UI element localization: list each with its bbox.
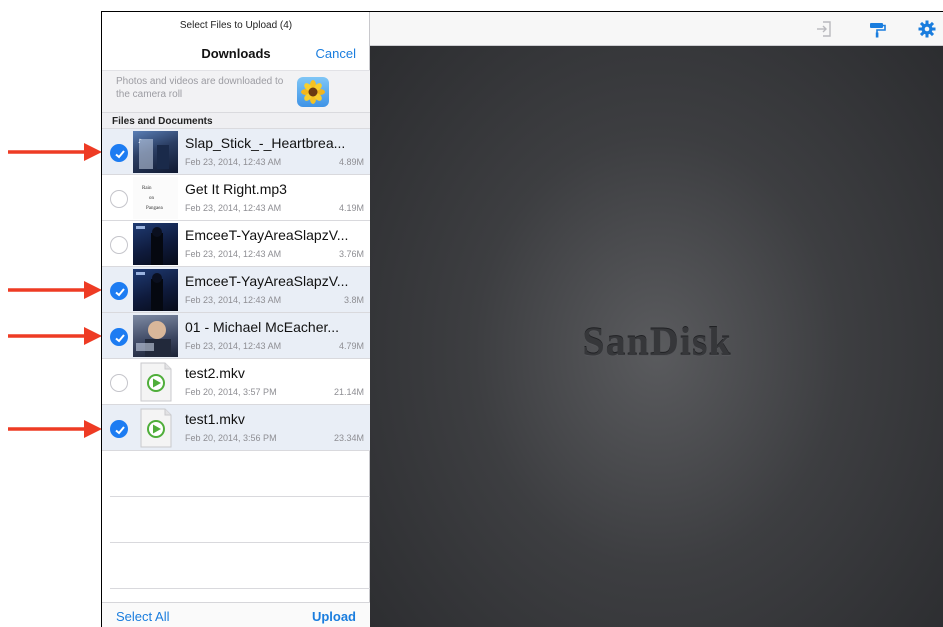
file-row[interactable]: EmceeT-YayAreaSlapzV... Feb 23, 2014, 12…: [102, 221, 370, 267]
gear-icon[interactable]: [917, 19, 937, 39]
checkmark-icon[interactable]: [110, 144, 128, 162]
video-file-icon: [133, 361, 178, 403]
photos-note-row: Photos and videos are downloaded to the …: [102, 70, 370, 112]
svg-text:on: on: [149, 196, 155, 201]
file-size: 4.19M: [338, 203, 364, 213]
album-art-thumbnail: [133, 315, 178, 357]
file-row[interactable]: ♪ Slap_Stick_-_Heartbrea... Feb 23, 2014…: [102, 129, 370, 175]
empty-row: [110, 451, 378, 497]
file-date: Feb 23, 2014, 12:43 AM: [185, 295, 282, 305]
file-row[interactable]: test1.mkv Feb 20, 2014, 3:56 PM 23.34M: [102, 405, 370, 451]
file-date: Feb 23, 2014, 12:43 AM: [185, 249, 282, 259]
file-size: 4.89M: [338, 157, 364, 167]
file-name: EmceeT-YayAreaSlapzV...: [185, 227, 349, 243]
sign-in-icon[interactable]: [814, 19, 834, 39]
file-name: 01 - Michael McEacher...: [185, 319, 340, 335]
file-list: ♪ Slap_Stick_-_Heartbrea... Feb 23, 2014…: [102, 129, 378, 589]
checkmark-icon[interactable]: [110, 236, 128, 254]
svg-text:Pangaea: Pangaea: [146, 206, 163, 211]
annotation-arrow: [8, 420, 102, 438]
cancel-button[interactable]: Cancel: [316, 46, 356, 61]
file-select-panel: Select Files to Upload (4) Downloads Can…: [102, 12, 378, 627]
video-file-icon: [133, 407, 178, 449]
file-name: Get It Right.mp3: [185, 181, 287, 197]
panel-footer: Select All Upload: [102, 602, 370, 627]
annotation-arrow: [8, 327, 102, 345]
album-art-thumbnail: ♪: [133, 131, 178, 173]
file-date: Feb 20, 2014, 3:57 PM: [185, 387, 277, 397]
svg-text:Rain: Rain: [142, 186, 152, 191]
checkmark-icon[interactable]: [110, 282, 128, 300]
panel-title: Select Files to Upload (4): [179, 20, 293, 31]
file-size: 3.76M: [338, 249, 364, 259]
photos-sunflower-icon: [297, 77, 329, 107]
ipad-screen: Select Files to Upload (4) Downloads Can…: [101, 11, 943, 627]
album-art-thumbnail: Rain on Pangaea: [133, 177, 178, 219]
file-row[interactable]: Rain on Pangaea Get It Right.mp3 Feb 23,…: [102, 175, 370, 221]
paint-roller-icon[interactable]: [867, 19, 887, 39]
empty-row: [110, 543, 378, 589]
nav-bar: Downloads Cancel: [102, 44, 370, 66]
annotation-arrow: [8, 281, 102, 299]
select-all-button[interactable]: Select All: [116, 609, 169, 624]
main-canvas: SanDisk: [370, 12, 943, 627]
file-row[interactable]: test2.mkv Feb 20, 2014, 3:57 PM 21.14M: [102, 359, 370, 405]
annotation-arrow: [8, 143, 102, 161]
file-name: test2.mkv: [185, 365, 245, 381]
empty-row: [110, 497, 378, 543]
album-art-thumbnail: [133, 223, 178, 265]
svg-text:♪: ♪: [138, 138, 142, 145]
checkmark-icon[interactable]: [110, 328, 128, 346]
file-size: 21.14M: [333, 387, 364, 397]
file-row[interactable]: EmceeT-YayAreaSlapzV... Feb 23, 2014, 12…: [102, 267, 370, 313]
top-toolbar: [370, 12, 943, 46]
file-size: 23.34M: [333, 433, 364, 443]
file-date: Feb 23, 2014, 12:43 AM: [185, 341, 282, 351]
file-date: Feb 23, 2014, 12:43 AM: [185, 203, 282, 213]
checkmark-icon[interactable]: [110, 420, 128, 438]
file-name: Slap_Stick_-_Heartbrea...: [185, 135, 346, 151]
sandisk-logo: SanDisk: [582, 319, 732, 364]
file-size: 3.8M: [343, 295, 364, 305]
file-row[interactable]: 01 - Michael McEacher... Feb 23, 2014, 1…: [102, 313, 370, 359]
screenshot-stage: Select Files to Upload (4) Downloads Can…: [0, 0, 943, 627]
checkmark-icon[interactable]: [110, 190, 128, 208]
file-name: EmceeT-YayAreaSlapzV...: [185, 273, 349, 289]
album-art-thumbnail: [133, 269, 178, 311]
section-header: Files and Documents: [102, 112, 370, 129]
photos-note: Photos and videos are downloaded to the …: [116, 76, 284, 100]
file-date: Feb 20, 2014, 3:56 PM: [185, 433, 277, 443]
checkmark-icon[interactable]: [110, 374, 128, 392]
file-date: Feb 23, 2014, 12:43 AM: [185, 157, 282, 167]
file-size: 4.79M: [338, 341, 364, 351]
upload-button[interactable]: Upload: [312, 609, 356, 624]
file-name: test1.mkv: [185, 411, 245, 427]
